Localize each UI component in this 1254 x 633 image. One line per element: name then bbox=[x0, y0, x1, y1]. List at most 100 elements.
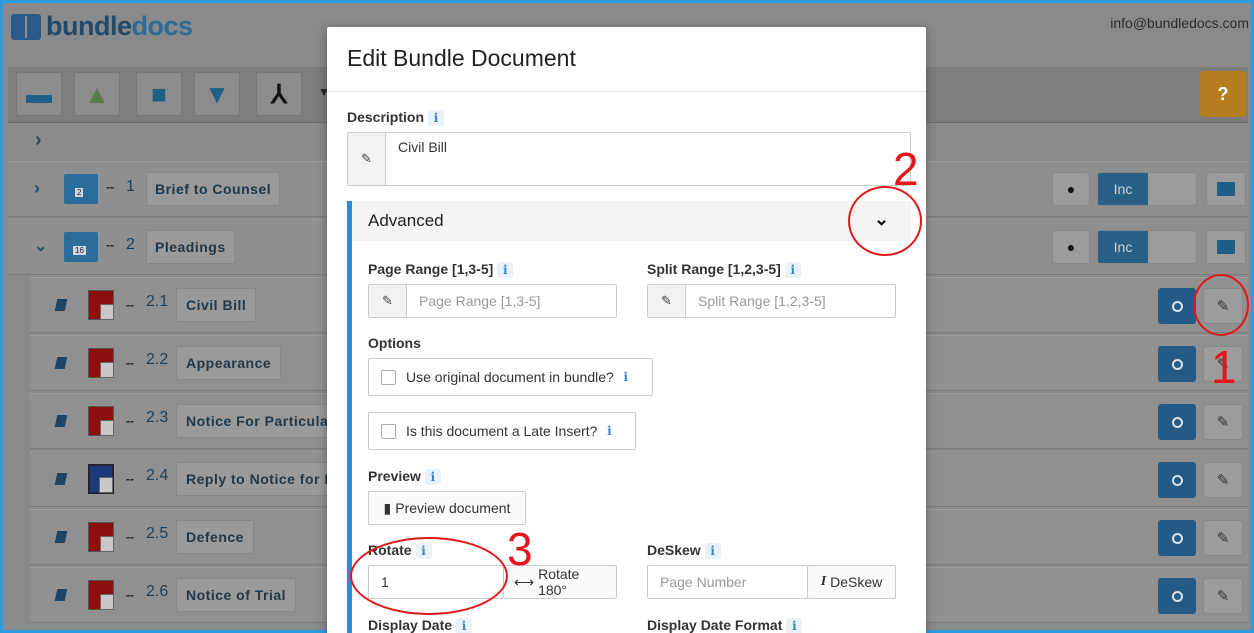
edit-document-button[interactable]: ✎ bbox=[1203, 520, 1243, 556]
expand-all-chevron-icon[interactable]: › bbox=[35, 129, 42, 152]
edit-document-button[interactable]: ✎ bbox=[1203, 404, 1243, 440]
book-icon bbox=[54, 589, 68, 601]
document-title[interactable]: Notice of Trial bbox=[176, 578, 297, 612]
edit-icon: ✎ bbox=[348, 133, 386, 185]
annotation-number-2: 2 bbox=[893, 143, 919, 195]
help-icon: ? bbox=[1217, 83, 1229, 104]
include-toggle[interactable]: Inc bbox=[1097, 230, 1197, 264]
late-insert-option[interactable]: Is this document a Late Insert? i bbox=[368, 412, 636, 450]
help-button[interactable]: ? bbox=[1200, 71, 1246, 117]
description-field: ✎ bbox=[347, 132, 911, 186]
edit-document-button[interactable]: ✎ bbox=[1203, 578, 1243, 614]
dash-icon: -- bbox=[126, 298, 134, 312]
logo-book-icon bbox=[11, 13, 41, 40]
comment-button[interactable]: ● bbox=[1052, 172, 1090, 206]
options-label: Options bbox=[368, 335, 421, 351]
document-index: 2.2 bbox=[146, 351, 169, 368]
folder-count: 2 bbox=[75, 188, 84, 197]
document-title[interactable]: Appearance bbox=[176, 346, 282, 380]
split-range-input[interactable] bbox=[686, 285, 895, 317]
book-icon bbox=[54, 415, 68, 427]
use-original-label: Use original document in bundle? bbox=[406, 369, 614, 385]
preview-label-row: Preview i bbox=[368, 468, 441, 486]
section-title[interactable]: Pleadings bbox=[146, 230, 235, 264]
annotation-number-3: 3 bbox=[507, 523, 533, 575]
user-email[interactable]: info@bundledocs.com bbox=[1110, 15, 1249, 31]
preview-label: Preview bbox=[368, 468, 421, 484]
display-date-format-label: Display Date Format bbox=[647, 617, 783, 633]
folder-open-button[interactable] bbox=[1206, 230, 1246, 264]
info-icon[interactable]: i bbox=[428, 110, 445, 127]
folder-open-button[interactable] bbox=[1206, 172, 1246, 206]
document-index: 2.5 bbox=[146, 525, 169, 542]
display-date-label: Display Date bbox=[368, 617, 453, 633]
expand-chevron-icon[interactable]: › bbox=[34, 178, 40, 199]
include-toggle[interactable]: Inc bbox=[1097, 172, 1197, 206]
preview-document-button[interactable]: ▮ Preview document bbox=[368, 491, 526, 525]
page-range-field: ✎ bbox=[368, 284, 617, 318]
status-button[interactable] bbox=[1158, 404, 1196, 440]
word-doc-icon bbox=[88, 464, 114, 494]
info-icon[interactable]: i bbox=[456, 618, 473, 633]
dash-icon: -- bbox=[126, 414, 134, 428]
annotation-circle-advanced bbox=[848, 186, 922, 256]
folder-icon: 2 bbox=[64, 174, 98, 204]
status-button[interactable] bbox=[1158, 520, 1196, 556]
edit-icon: ✎ bbox=[1216, 472, 1230, 489]
edit-icon: ✎ bbox=[1216, 530, 1230, 547]
include-toggle-label: Inc bbox=[1098, 231, 1148, 263]
edit-icon: ✎ bbox=[1216, 414, 1230, 431]
dash-icon: -- bbox=[126, 530, 134, 544]
late-insert-checkbox[interactable] bbox=[381, 423, 396, 439]
document-title[interactable]: Defence bbox=[176, 520, 254, 554]
status-button[interactable] bbox=[1158, 578, 1196, 614]
info-icon[interactable]: i bbox=[784, 262, 801, 279]
comment-button[interactable]: ● bbox=[1052, 230, 1090, 264]
merge-button[interactable]: ⅄ bbox=[256, 72, 302, 116]
circle-icon bbox=[1171, 532, 1183, 544]
status-button[interactable] bbox=[1158, 288, 1196, 324]
edit-document-button[interactable]: ✎ bbox=[1203, 462, 1243, 498]
document-title[interactable]: Reply to Notice for P bbox=[176, 462, 345, 496]
info-icon[interactable]: i bbox=[618, 369, 634, 385]
section-title[interactable]: Brief to Counsel bbox=[146, 172, 281, 206]
pdf-icon bbox=[88, 290, 114, 320]
advanced-header[interactable]: Advanced ⌄ bbox=[352, 201, 911, 241]
add-folder-button[interactable]: ▬ bbox=[16, 72, 62, 116]
document-index: 2.1 bbox=[146, 293, 169, 310]
upload-document-button[interactable]: ▲ bbox=[74, 72, 120, 116]
use-original-option[interactable]: Use original document in bundle? i bbox=[368, 358, 653, 396]
bundledocs-logo[interactable]: bundledocs bbox=[11, 11, 193, 42]
pdf-icon bbox=[88, 522, 114, 552]
document-title[interactable]: Civil Bill bbox=[176, 288, 257, 322]
info-icon[interactable]: i bbox=[704, 543, 721, 560]
edit-icon: ✎ bbox=[369, 285, 407, 317]
circle-icon bbox=[1171, 416, 1183, 428]
page-range-input[interactable] bbox=[407, 285, 616, 317]
document-upload-icon: ▲ bbox=[84, 78, 110, 109]
display-date-label-row: Display Date i bbox=[368, 617, 473, 633]
deskew-button[interactable]: I DeSkew bbox=[807, 565, 896, 599]
info-icon[interactable]: i bbox=[601, 423, 617, 439]
info-icon[interactable]: i bbox=[786, 618, 803, 633]
generate-bundle-button[interactable]: ■ bbox=[136, 72, 182, 116]
include-toggle-label: Inc bbox=[1098, 173, 1148, 205]
circle-icon bbox=[1171, 590, 1183, 602]
book-icon bbox=[54, 357, 68, 369]
description-input[interactable] bbox=[386, 133, 910, 185]
download-button[interactable]: ▼ bbox=[194, 72, 240, 116]
circle-icon bbox=[1171, 474, 1183, 486]
collapse-chevron-icon[interactable]: ⌄ bbox=[34, 236, 47, 256]
italic-i-icon: I bbox=[820, 574, 827, 589]
document-title[interactable]: Notice For Particular bbox=[176, 404, 345, 438]
use-original-checkbox[interactable] bbox=[381, 369, 396, 385]
status-button[interactable] bbox=[1158, 346, 1196, 382]
deskew-button-label: DeSkew bbox=[830, 574, 883, 590]
status-button[interactable] bbox=[1158, 462, 1196, 498]
info-icon[interactable]: i bbox=[497, 262, 514, 279]
preview-document-label: Preview document bbox=[395, 500, 511, 516]
rotate-180-label: Rotate 180° bbox=[538, 566, 580, 598]
info-icon[interactable]: i bbox=[424, 469, 441, 486]
annotation-number-1: 1 bbox=[1211, 341, 1237, 393]
book-icon: ▮ bbox=[383, 499, 392, 516]
